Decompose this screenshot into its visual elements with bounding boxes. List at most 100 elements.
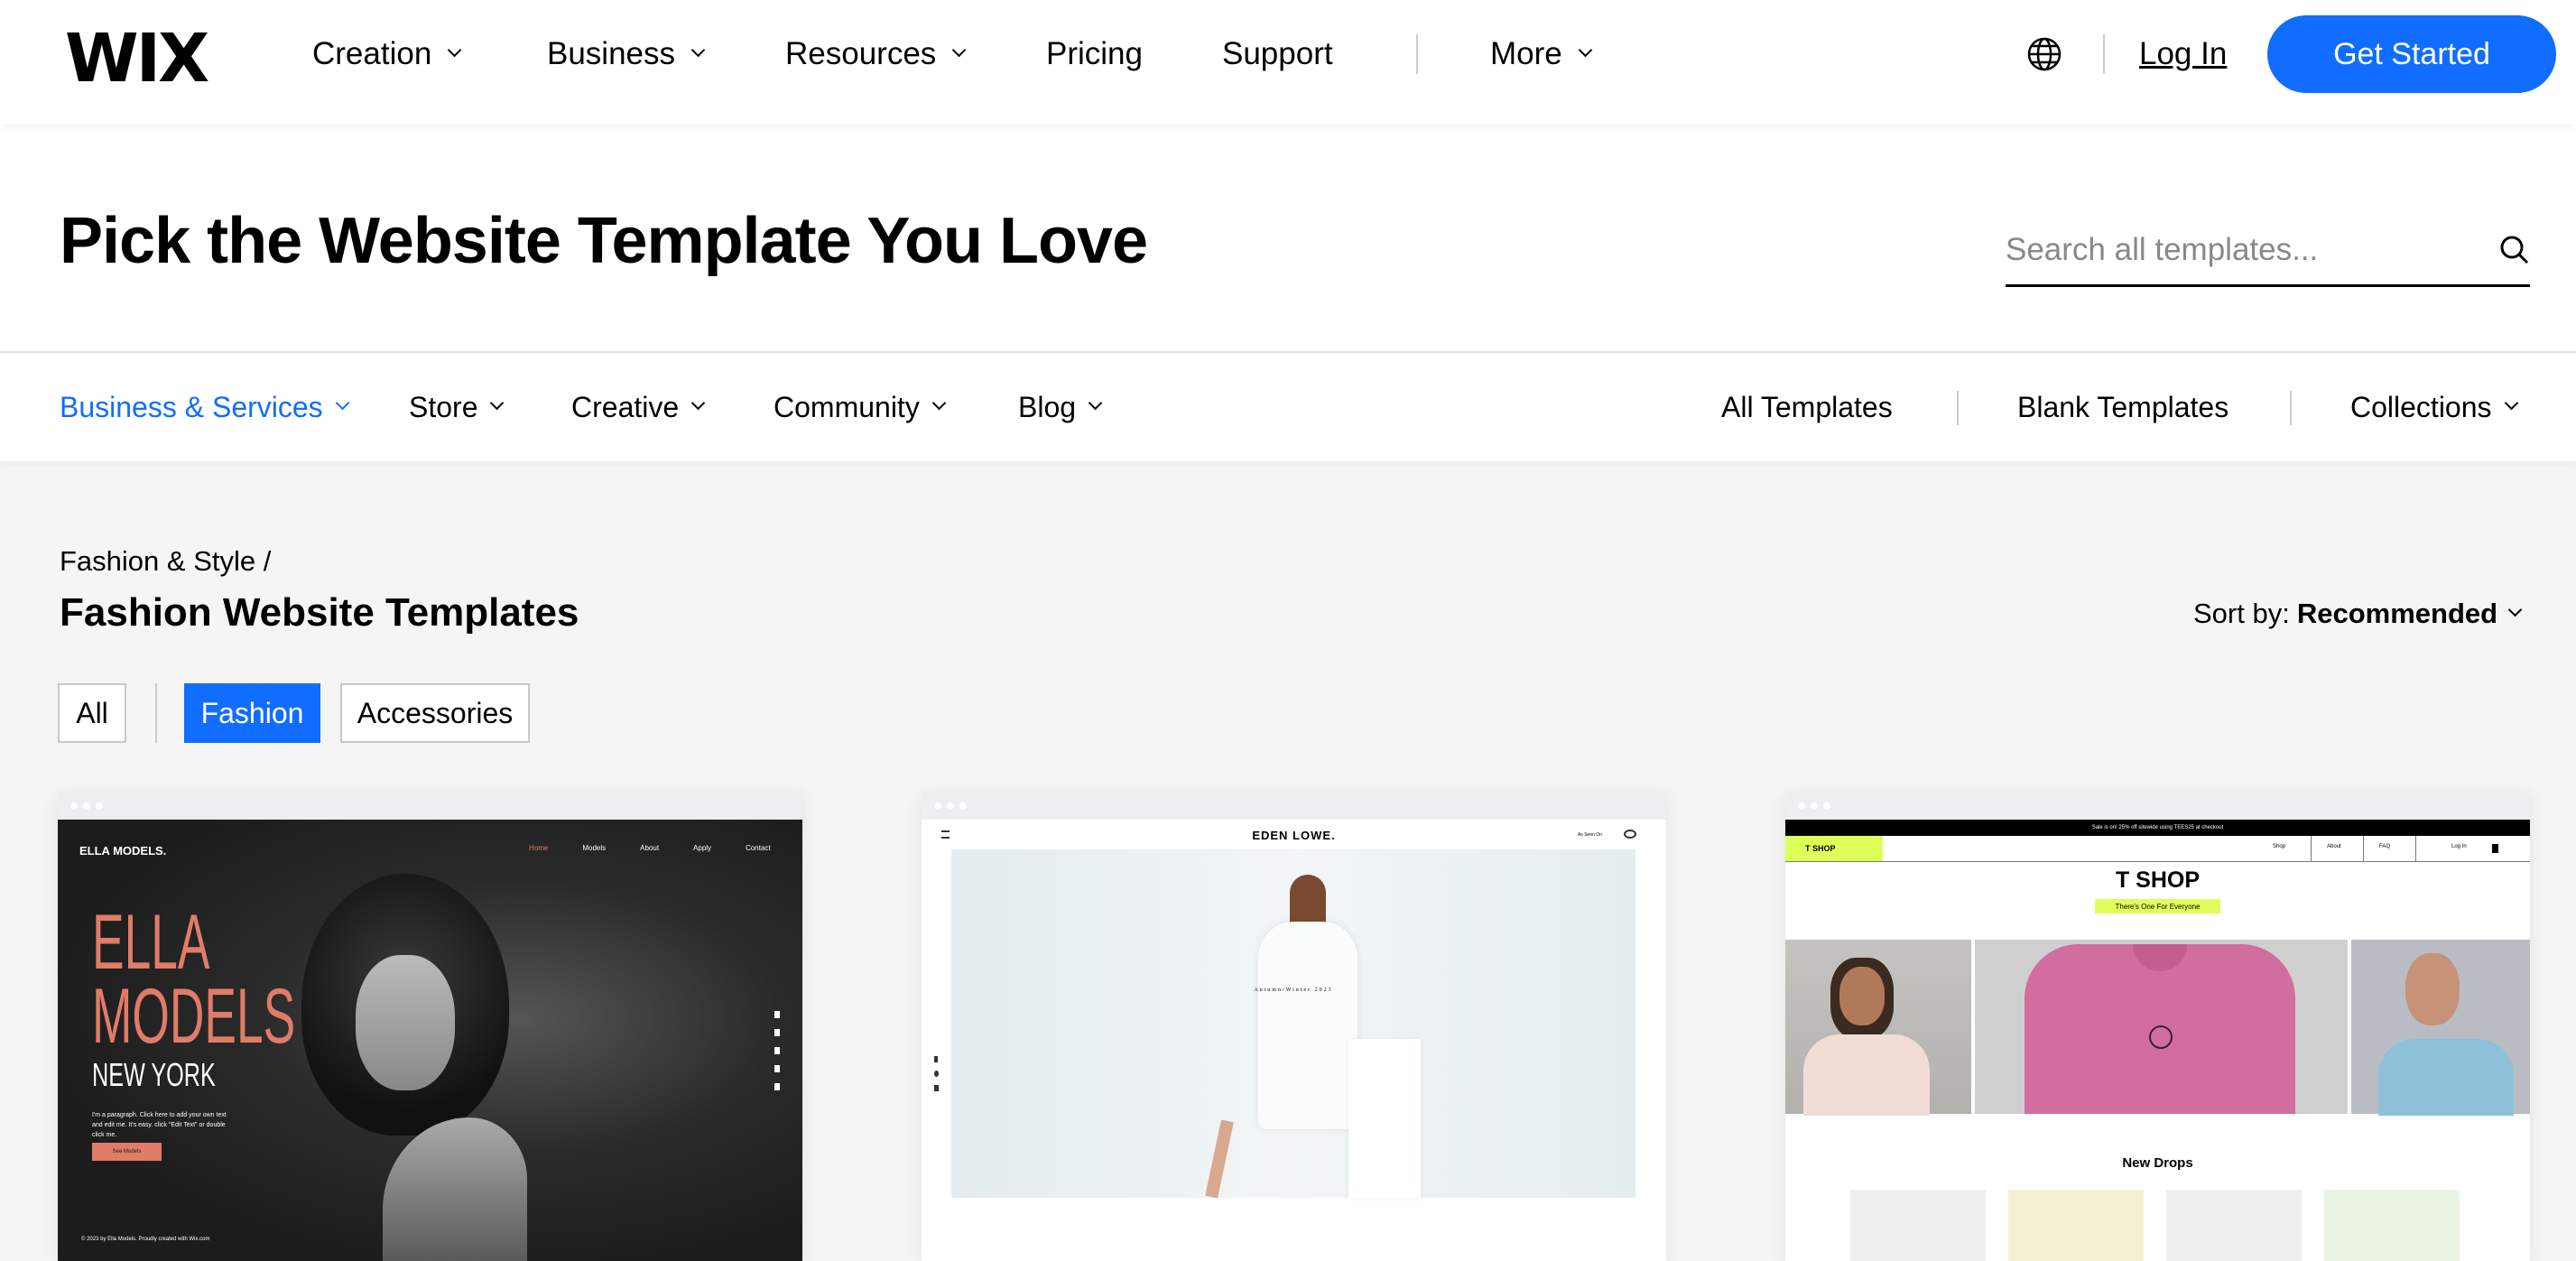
chevron-down-icon — [931, 395, 947, 411]
chevron-down-icon — [335, 395, 349, 411]
breadcrumb[interactable]: Fashion & Style / — [60, 545, 271, 578]
nav-label: More — [1490, 36, 1562, 71]
product-photo — [1785, 940, 1971, 1116]
category-label: Store — [409, 391, 478, 423]
chevron-down-icon — [690, 395, 706, 411]
nav-label: Creation — [312, 36, 432, 71]
template-preview: ELLA MODELS. Home Models About Apply Contact… — [58, 820, 802, 1261]
template-nav-item: FAQ — [2379, 844, 2391, 849]
template-banner: Sale is on! 25% off sitewide using TEES2… — [1785, 820, 2530, 836]
product-photo — [1975, 940, 2348, 1114]
filter-all[interactable]: All — [58, 683, 126, 743]
divider — [1957, 391, 1959, 425]
template-nav: T SHOP Shop About FAQ Log In — [1785, 836, 2530, 862]
template-footer: © 2023 by Ella Models. Proudly created w… — [81, 1237, 210, 1242]
category-creative[interactable]: Creative — [571, 391, 706, 424]
template-nav-item: About — [2327, 844, 2341, 849]
category-nav: Business & Services Store Creative Commu… — [0, 353, 2576, 461]
model-shoulder — [383, 1117, 527, 1261]
category-community[interactable]: Community — [774, 391, 947, 424]
get-started-button[interactable]: Get Started — [2267, 15, 2556, 93]
category-label: Creative — [571, 391, 680, 423]
template-title: T SHOP — [2115, 867, 2201, 893]
blank-templates-link[interactable]: Blank Templates — [2017, 391, 2229, 424]
nav-label: Pricing — [1046, 36, 1143, 71]
product-photo — [2351, 940, 2530, 1116]
search-input[interactable] — [2006, 231, 2457, 268]
sort-value: Recommended — [2296, 598, 2498, 629]
top-header: WIX Creation Business Resources Pricing … — [0, 0, 2576, 125]
search-field[interactable] — [2006, 215, 2530, 287]
template-brand: EDEN LOWE. — [1252, 829, 1336, 842]
template-tagline: There's One For Everyone — [2095, 899, 2220, 913]
template-nav-item: About — [640, 844, 660, 852]
template-nav-item: Contact — [746, 844, 771, 852]
social-icons — [774, 1011, 780, 1090]
nav-more[interactable]: More — [1490, 36, 1593, 72]
chevron-down-icon — [2507, 602, 2523, 617]
nav-resources[interactable]: Resources — [785, 36, 967, 72]
section-title: Fashion Website Templates — [60, 590, 579, 635]
chevron-down-icon — [2504, 395, 2518, 411]
filter-accessories[interactable]: Accessories — [340, 683, 530, 743]
template-card-t-shop[interactable]: Sale is on! 25% off sitewide using TEES2… — [1785, 792, 2530, 1261]
browser-bar — [922, 792, 1666, 820]
chevron-down-icon — [1088, 395, 1103, 411]
divider — [2103, 34, 2105, 74]
sort-label: Sort by: — [2193, 598, 2290, 629]
template-nav: Home Models About Apply Contact — [529, 844, 771, 852]
model-leg — [1205, 1119, 1234, 1199]
hero-bar: Pick the Website Template You Love — [0, 125, 2576, 353]
chevron-down-icon — [952, 42, 967, 57]
category-blog[interactable]: Blog — [1018, 391, 1103, 424]
eye-icon — [1624, 830, 1636, 839]
nav-business[interactable]: Business — [547, 36, 706, 72]
category-label: Collections — [2350, 391, 2492, 423]
category-label: Business & Services — [60, 391, 323, 423]
wix-logo[interactable]: WIX — [65, 20, 209, 97]
nav-pricing[interactable]: Pricing — [1046, 36, 1143, 72]
nav-label: Support — [1222, 36, 1333, 71]
template-card-eden-lowe[interactable]: EDEN LOWE. As Seen On Autumn/Winter 2023 — [922, 792, 1666, 1261]
collections-menu[interactable]: Collections — [2350, 391, 2518, 424]
model-dress — [1258, 922, 1357, 1129]
divider — [1416, 34, 1418, 74]
template-heading: MODELS — [92, 973, 296, 1060]
divider — [2290, 391, 2292, 425]
nav-support[interactable]: Support — [1222, 36, 1333, 72]
template-heading: ELLA — [92, 899, 210, 986]
chevron-down-icon — [448, 42, 462, 57]
template-preview: EDEN LOWE. As Seen On Autumn/Winter 2023 — [922, 820, 1666, 1261]
all-templates-link[interactable]: All Templates — [1721, 391, 1893, 424]
template-nav-item: As Seen On — [1578, 832, 1602, 838]
chevron-down-icon — [690, 42, 706, 57]
category-label: Blog — [1018, 391, 1077, 423]
template-paragraph: I'm a paragraph. Click here to add your … — [92, 1112, 227, 1138]
cart-icon — [2492, 844, 2498, 853]
template-brand: ELLA MODELS. — [79, 844, 167, 858]
template-nav-item: Log In — [2451, 844, 2467, 849]
nav-creation[interactable]: Creation — [312, 36, 462, 72]
template-nav-item: Shop — [2273, 844, 2286, 849]
globe-icon[interactable] — [2026, 36, 2062, 72]
search-icon[interactable] — [2499, 235, 2530, 265]
template-nav-item: Apply — [693, 844, 712, 852]
category-business-services[interactable]: Business & Services — [60, 391, 349, 424]
template-subheading: NEW YORK — [92, 1056, 216, 1093]
model-photo: Autumn/Winter 2023 — [951, 849, 1635, 1199]
template-card-ella-models[interactable]: ELLA MODELS. Home Models About Apply Contact… — [58, 792, 802, 1261]
sort-dropdown[interactable]: Sort by: Recommended — [2193, 598, 2523, 630]
template-nav-item: Home — [529, 844, 549, 852]
model-face — [356, 955, 455, 1090]
browser-bar — [58, 792, 802, 820]
template-nav-item: Models — [582, 844, 607, 852]
template-caption: Autumn/Winter 2023 — [1254, 987, 1333, 993]
page-title: Pick the Website Template You Love — [60, 205, 1148, 277]
login-link[interactable]: Log In — [2139, 36, 2227, 72]
nav-label: Resources — [785, 36, 937, 71]
filter-fashion[interactable]: Fashion — [184, 683, 320, 743]
product-grid — [1850, 1190, 2460, 1261]
nav-label: Business — [547, 36, 676, 71]
category-store[interactable]: Store — [409, 391, 505, 424]
template-button: See Models — [92, 1143, 162, 1161]
